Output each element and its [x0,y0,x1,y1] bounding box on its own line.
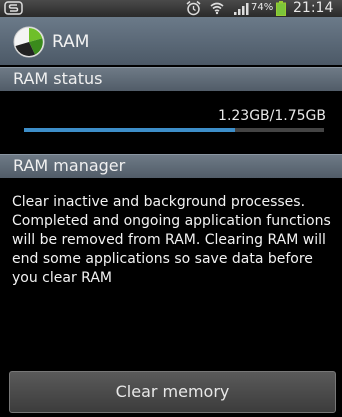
signal-icon [234,3,249,15]
alarm-icon [186,0,201,16]
ram-manager-description: Clear inactive and background processes.… [12,194,331,286]
ram-usage-bar [24,128,324,132]
ram-pie-icon [13,26,45,58]
status-bar: 74% 21:14 [0,0,342,17]
ram-status-header: RAM status [0,67,342,91]
ram-manager-header: RAM manager [0,154,342,178]
clear-memory-button[interactable]: Clear memory [9,371,336,413]
title-bar: RAM [0,17,342,65]
wifi-icon [210,2,224,15]
notification-s-icon [4,1,23,15]
page-title: RAM [52,32,90,52]
clock: 21:14 [293,0,334,16]
ram-usage-value: 1.23GB/1.75GB [218,108,326,124]
battery-icon [276,1,286,16]
battery-percent: 74% [251,2,274,13]
ram-usage-bar-fill [24,128,235,132]
screen: 74% 21:14 RAM RAM status 1.23GB/1.75GB R… [0,0,342,417]
